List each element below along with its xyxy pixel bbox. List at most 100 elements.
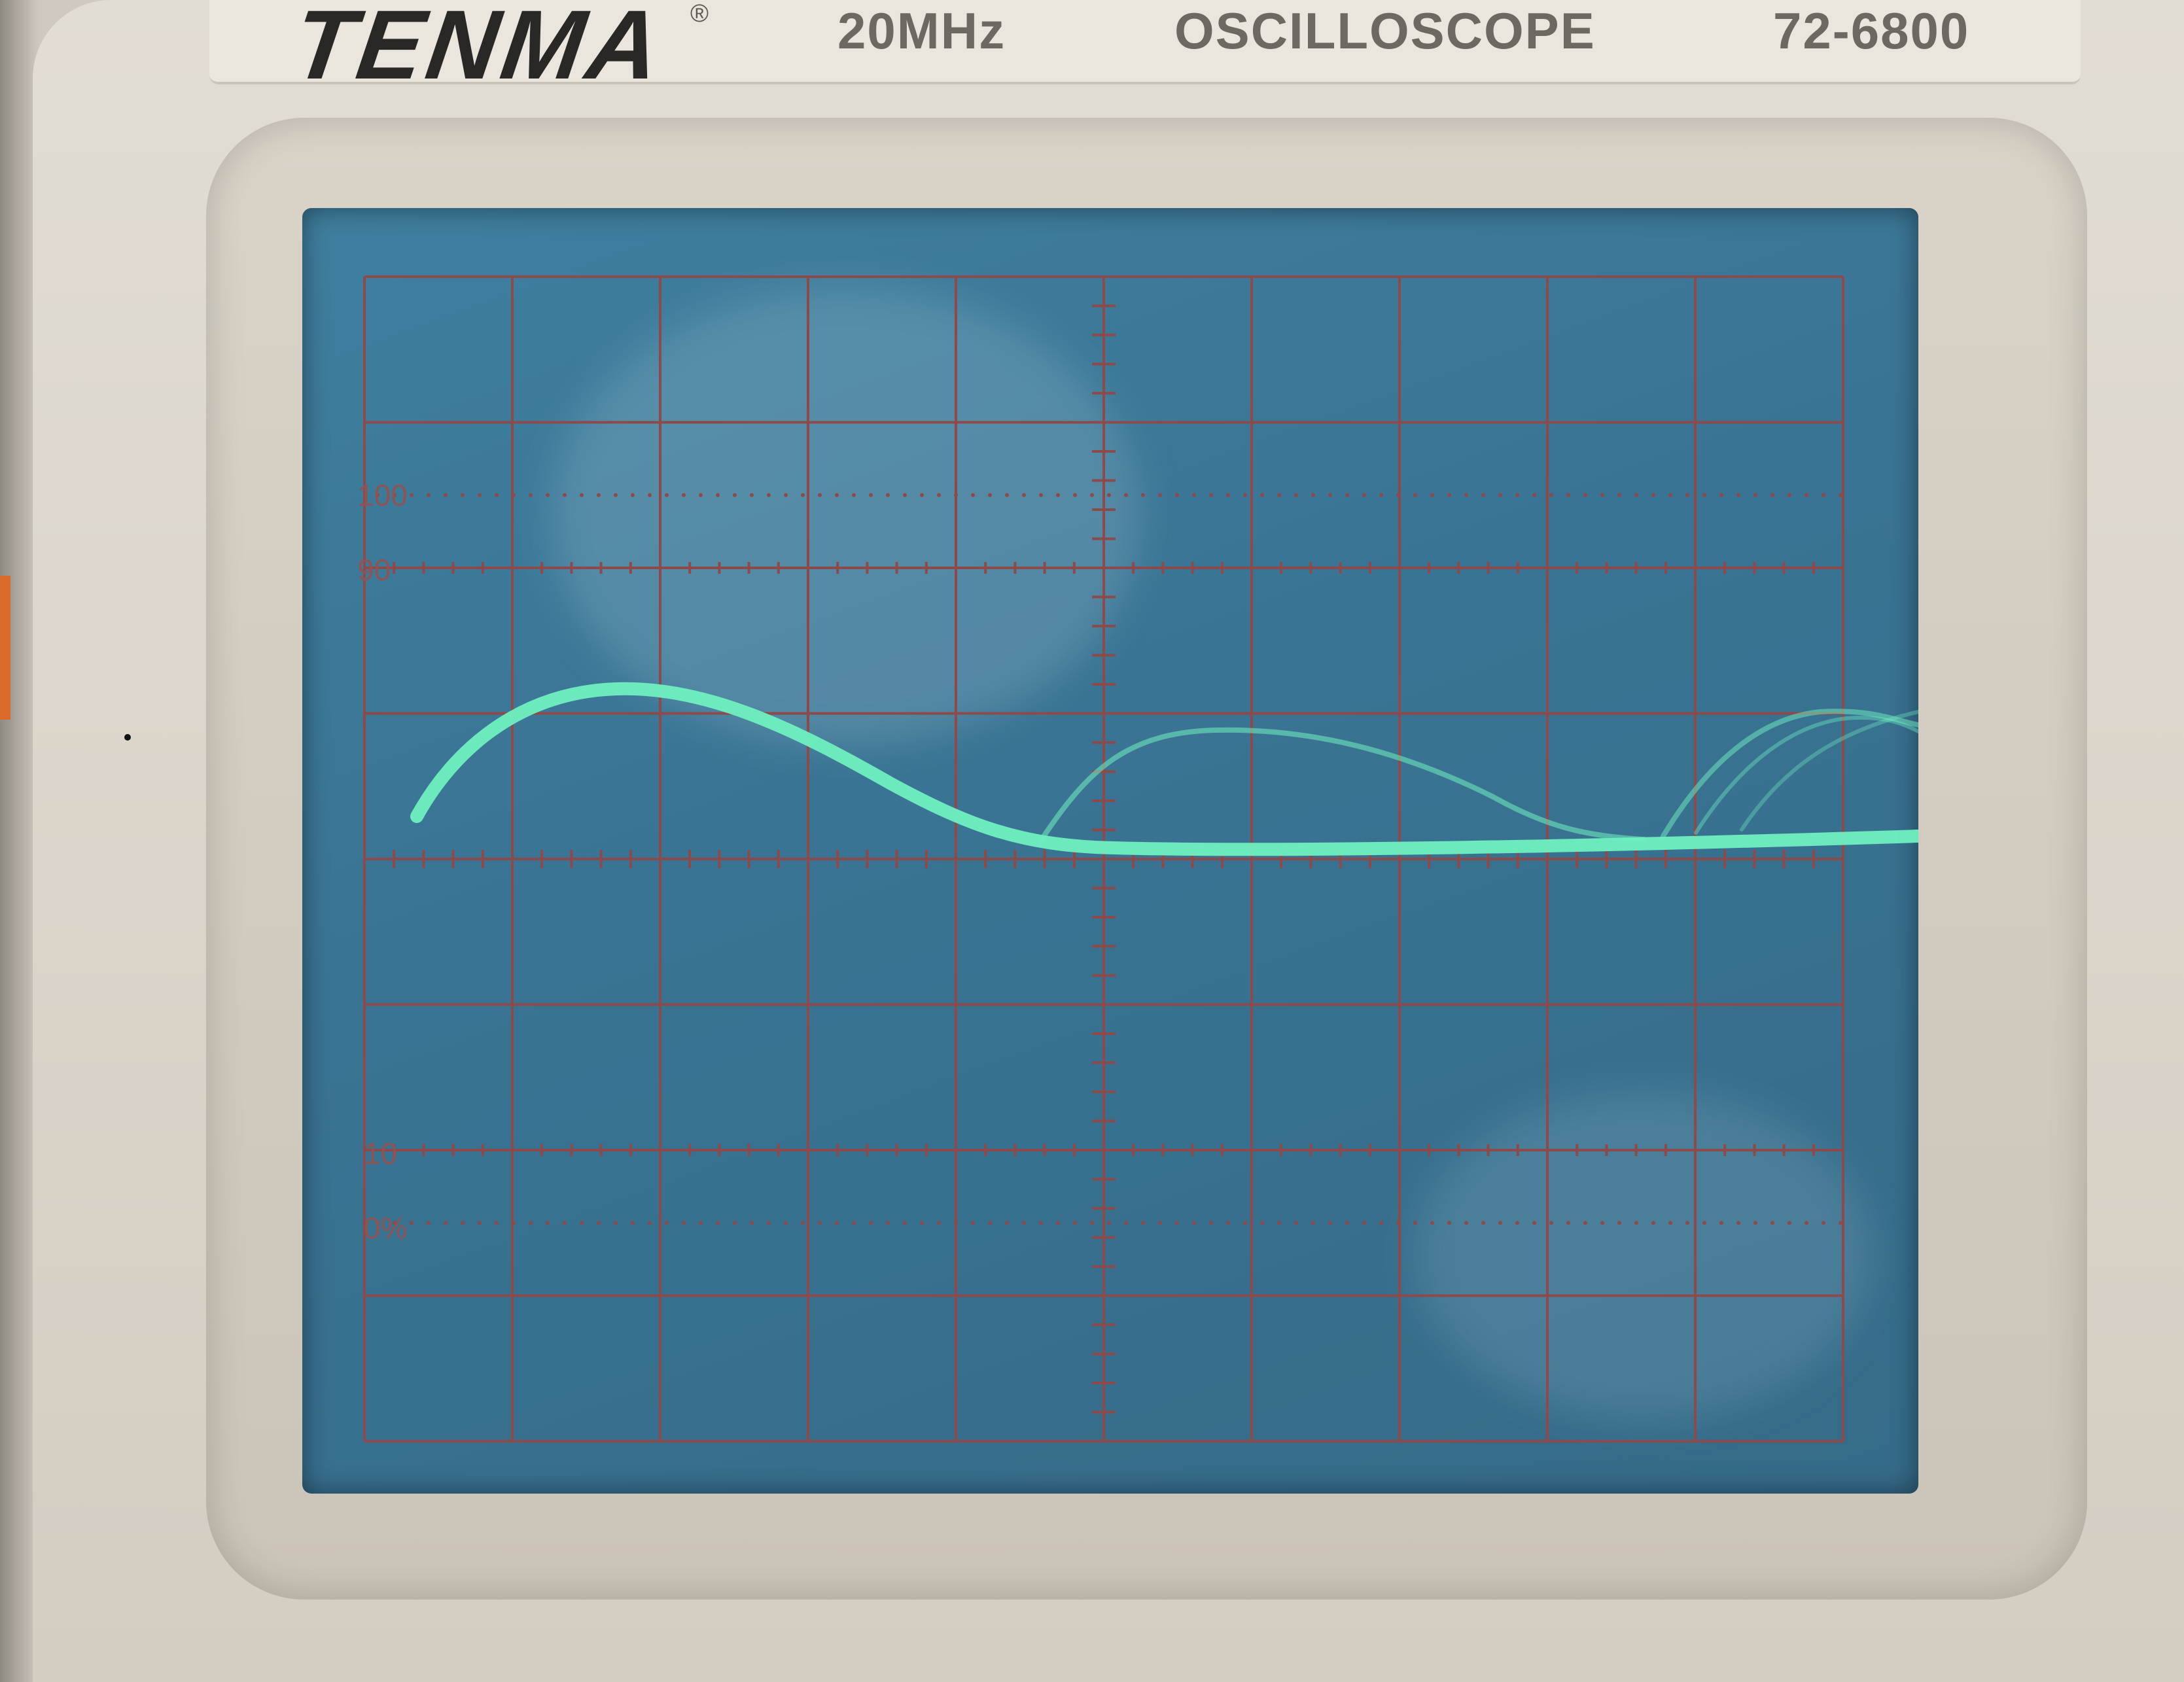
- dotted-0-line: [1005, 1221, 1009, 1225]
- dotted-0-line: [954, 1221, 958, 1225]
- dotted-100-line: [988, 493, 992, 497]
- dotted-0-line: [410, 1221, 414, 1225]
- dotted-100-line: [954, 493, 958, 497]
- dotted-100-line: [1430, 493, 1434, 497]
- dotted-100-line: [682, 493, 686, 497]
- dotted-0-line: [733, 1221, 737, 1225]
- dotted-100-line: [580, 493, 584, 497]
- dotted-100-line: [1005, 493, 1009, 497]
- dotted-0-line: [1532, 1221, 1536, 1225]
- dotted-0-line: [1447, 1221, 1451, 1225]
- dotted-0-line: [750, 1221, 754, 1225]
- crt-screen: 100 90 10 0%: [302, 208, 1918, 1494]
- model-number: 72-6800: [1773, 2, 1970, 60]
- dotted-100-line: [1158, 493, 1162, 497]
- dotted-100-line: [937, 493, 941, 497]
- dotted-0-line: [1379, 1221, 1383, 1225]
- dotted-100-line: [1243, 493, 1247, 497]
- dotted-0-line: [1430, 1221, 1434, 1225]
- dotted-100-line: [1719, 493, 1723, 497]
- dotted-0-line: [1685, 1221, 1689, 1225]
- dotted-100-line: [1209, 493, 1213, 497]
- dotted-100-line: [665, 493, 669, 497]
- dotted-0-line: [1192, 1221, 1196, 1225]
- dotted-100-line: [597, 493, 601, 497]
- dotted-100-line: [427, 493, 431, 497]
- dotted-100-line: [1294, 493, 1298, 497]
- dotted-100-line: [1124, 493, 1128, 497]
- dotted-0-line: [1617, 1221, 1621, 1225]
- dotted-0-line: [716, 1221, 720, 1225]
- dotted-100-line: [495, 493, 499, 497]
- dotted-100-line: [1685, 493, 1689, 497]
- dotted-100-line: [1413, 493, 1417, 497]
- dotted-100-line: [563, 493, 567, 497]
- dotted-0-line: [988, 1221, 992, 1225]
- dotted-100-line: [1770, 493, 1774, 497]
- dotted-0-line: [597, 1221, 601, 1225]
- graticule-label-0: 0%: [364, 1211, 408, 1245]
- dotted-100-line: [1753, 493, 1757, 497]
- dotted-0-line: [461, 1221, 465, 1225]
- dotted-100-line: [801, 493, 805, 497]
- dotted-0-line: [1719, 1221, 1723, 1225]
- dotted-0-line: [1668, 1221, 1672, 1225]
- dotted-100-line: [1328, 493, 1332, 497]
- dotted-0-line: [971, 1221, 975, 1225]
- dotted-0-line: [1362, 1221, 1366, 1225]
- dotted-0-line: [580, 1221, 584, 1225]
- dotted-100-line: [716, 493, 720, 497]
- dotted-0-line: [648, 1221, 652, 1225]
- dotted-0-line: [1651, 1221, 1655, 1225]
- dotted-0-line: [1498, 1221, 1502, 1225]
- dotted-0-line: [631, 1221, 635, 1225]
- dotted-0-line: [1634, 1221, 1638, 1225]
- dotted-0-line: [920, 1221, 924, 1225]
- dotted-100-line: [1532, 493, 1536, 497]
- stray-dot: [124, 734, 131, 741]
- dotted-100-line: [614, 493, 618, 497]
- dotted-100-line: [1805, 493, 1808, 497]
- dotted-100-line: [1192, 493, 1196, 497]
- dotted-0-line: [1158, 1221, 1162, 1225]
- dotted-0-line: [784, 1221, 788, 1225]
- dotted-0-line: [1073, 1221, 1077, 1225]
- dotted-0-line: [1464, 1221, 1468, 1225]
- dotted-0-line: [1277, 1221, 1281, 1225]
- dotted-100-line: [699, 493, 703, 497]
- dotted-0-line: [1039, 1221, 1043, 1225]
- dotted-100-line: [1396, 493, 1400, 497]
- dotted-0-line: [1124, 1221, 1128, 1225]
- dotted-0-line: [1566, 1221, 1570, 1225]
- dotted-0-line: [546, 1221, 550, 1225]
- dotted-0-line: [1345, 1221, 1349, 1225]
- dotted-100-line: [1107, 493, 1111, 497]
- dotted-100-line: [971, 493, 975, 497]
- dotted-0-line: [512, 1221, 516, 1225]
- ghost-trace-1: [1039, 727, 1646, 842]
- dotted-0-line: [1736, 1221, 1740, 1225]
- label-strip: TENMA ® 20MHz OSCILLOSCOPE 72-6800: [209, 0, 2081, 99]
- dotted-0-line: [1056, 1221, 1060, 1225]
- dotted-0-line: [767, 1221, 771, 1225]
- dotted-100-line: [1226, 493, 1230, 497]
- dotted-0-line: [801, 1221, 805, 1225]
- dotted-0-line: [1788, 1221, 1791, 1225]
- dotted-100-line: [750, 493, 754, 497]
- dotted-0-line: [427, 1221, 431, 1225]
- dotted-0-line: [937, 1221, 941, 1225]
- dotted-0-line: [852, 1221, 856, 1225]
- dotted-100-line: [1464, 493, 1468, 497]
- dotted-100-line: [784, 493, 788, 497]
- dotted-100-line: [733, 493, 737, 497]
- dotted-100-line: [1311, 493, 1315, 497]
- dotted-0-line: [1294, 1221, 1298, 1225]
- dotted-100-line: [1549, 493, 1553, 497]
- graticule-label-10: 10: [364, 1136, 398, 1170]
- dotted-0-line: [1839, 1221, 1842, 1225]
- dotted-0-line: [1141, 1221, 1145, 1225]
- dotted-100-line: [1617, 493, 1621, 497]
- dotted-0-line: [1209, 1221, 1213, 1225]
- dotted-0-line: [869, 1221, 873, 1225]
- dotted-100-line: [1566, 493, 1570, 497]
